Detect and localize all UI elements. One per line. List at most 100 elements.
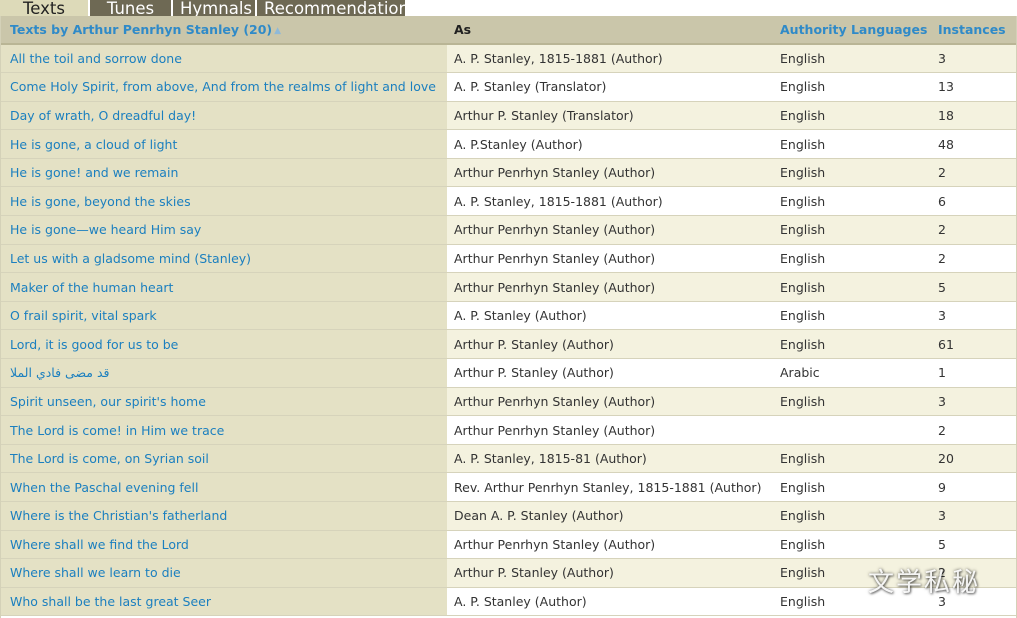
text-title-link[interactable]: Day of wrath, O dreadful day!	[10, 108, 196, 123]
tab-tunes[interactable]: Tunes	[90, 0, 171, 16]
table-row: Day of wrath, O dreadful day! Arthur P. S…	[1, 101, 1016, 131]
table-row: Maker of the human heart Arthur Penrhyn S…	[1, 272, 1016, 302]
language-cell: English	[773, 101, 931, 131]
column-header-title[interactable]: Texts by Arthur Penrhyn Stanley (20) ▲	[1, 16, 447, 45]
table-row: Who shall be the last great Seer A. P. St…	[1, 587, 1016, 617]
instances-cell: 48	[931, 129, 1016, 159]
as-cell: Arthur P. Stanley (Author)	[447, 558, 773, 588]
text-title-link[interactable]: He is gone! and we remain	[10, 165, 178, 180]
table-row: Come Holy Spirit, from above, And from t…	[1, 72, 1016, 102]
text-title-link[interactable]: Where is the Christian's fatherland	[10, 508, 227, 523]
text-title-link[interactable]: The Lord is come, on Syrian soil	[10, 451, 209, 466]
tab-recommendations[interactable]: Recommendations	[257, 0, 405, 16]
text-title-cell: He is gone—we heard Him say	[1, 215, 447, 245]
table-header-row: Texts by Arthur Penrhyn Stanley (20) ▲ As…	[1, 16, 1016, 45]
table-row: The Lord is come! in Him we trace Arthur …	[1, 415, 1016, 445]
text-title-cell: He is gone, beyond the skies	[1, 186, 447, 217]
text-title-link[interactable]: O frail spirit, vital spark	[10, 308, 157, 323]
column-header-title-label: Texts by Arthur Penrhyn Stanley (20)	[10, 22, 273, 37]
instances-cell: 18	[931, 101, 1016, 131]
as-cell: A. P. Stanley, 1815-1881 (Author)	[447, 44, 773, 74]
table-row: Spirit unseen, our spirit's home Arthur P…	[1, 387, 1016, 417]
text-title-cell: Where shall we learn to die	[1, 558, 447, 588]
text-title-link[interactable]: Where shall we learn to die	[10, 565, 181, 580]
language-cell	[773, 415, 931, 445]
language-cell: English	[773, 244, 931, 274]
text-title-link[interactable]: All the toil and sorrow done	[10, 51, 182, 66]
instances-cell: 1	[931, 358, 1016, 388]
text-title-cell: Spirit unseen, our spirit's home	[1, 387, 447, 417]
instances-cell: 2	[931, 158, 1016, 188]
text-title-link[interactable]: قد مضى فادي الملا	[10, 365, 110, 380]
tab-texts[interactable]: Texts	[0, 0, 88, 16]
as-cell: Arthur Penrhyn Stanley (Author)	[447, 530, 773, 560]
as-cell: Arthur Penrhyn Stanley (Author)	[447, 415, 773, 445]
text-title-cell: Who shall be the last great Seer	[1, 587, 447, 617]
text-title-link[interactable]: He is gone, beyond the skies	[10, 194, 191, 209]
tab-bar-spacer	[405, 0, 1017, 16]
as-cell: A. P. Stanley (Translator)	[447, 72, 773, 102]
watermark-text: 文学私秘	[868, 568, 981, 598]
table-body: All the toil and sorrow done A. P. Stanle…	[1, 44, 1016, 617]
column-header-instances[interactable]: Instances	[931, 16, 1016, 45]
text-title-cell: Let us with a gladsome mind (Stanley)	[1, 244, 447, 274]
text-title-link[interactable]: He is gone, a cloud of light	[10, 137, 177, 152]
as-cell: Arthur P. Stanley (Author)	[447, 329, 773, 360]
instances-cell: 61	[931, 329, 1016, 360]
table-row: Lord, it is good for us to be Arthur P. S…	[1, 329, 1016, 360]
text-title-link[interactable]: Who shall be the last great Seer	[10, 594, 211, 609]
instances-cell: 5	[931, 272, 1016, 302]
as-cell: Arthur Penrhyn Stanley (Author)	[447, 244, 773, 274]
text-title-link[interactable]: Come Holy Spirit, from above, And from t…	[10, 79, 436, 94]
text-title-cell: The Lord is come! in Him we trace	[1, 415, 447, 445]
text-title-cell: Lord, it is good for us to be	[1, 329, 447, 360]
table-row: Where is the Christian's fatherland Dean …	[1, 501, 1016, 531]
language-cell: English	[773, 72, 931, 102]
text-title-link[interactable]: He is gone—we heard Him say	[10, 222, 201, 237]
table-row: قد مضى فادي الملا Arthur P. Stanley (Auth…	[1, 358, 1016, 388]
table-row: O frail spirit, vital spark A. P. Stanley…	[1, 301, 1016, 331]
language-cell: English	[773, 444, 931, 474]
column-header-languages[interactable]: Authority Languages	[773, 16, 931, 45]
text-title-link[interactable]: Maker of the human heart	[10, 280, 173, 295]
as-cell: Arthur Penrhyn Stanley (Author)	[447, 158, 773, 188]
text-title-link[interactable]: Let us with a gladsome mind (Stanley)	[10, 251, 251, 266]
language-cell: English	[773, 301, 931, 331]
table-row: He is gone, beyond the skies A. P. Stanle…	[1, 186, 1016, 217]
texts-table: Texts by Arthur Penrhyn Stanley (20) ▲ As…	[1, 16, 1016, 617]
table-row: The Lord is come, on Syrian soil A. P. St…	[1, 444, 1016, 474]
instances-cell: 20	[931, 444, 1016, 474]
table-row: Let us with a gladsome mind (Stanley) Art…	[1, 244, 1016, 274]
table-row: When the Paschal evening fell Rev. Arthur…	[1, 472, 1016, 502]
language-cell: English	[773, 158, 931, 188]
instances-cell: 3	[931, 387, 1016, 417]
text-title-link[interactable]: The Lord is come! in Him we trace	[10, 423, 224, 438]
instances-cell: 3	[931, 44, 1016, 74]
as-cell: A. P. Stanley, 1815-81 (Author)	[447, 444, 773, 474]
instances-cell: 6	[931, 186, 1016, 217]
text-title-cell: He is gone, a cloud of light	[1, 129, 447, 159]
tab-hymnals[interactable]: Hymnals	[173, 0, 255, 16]
text-title-cell: Where is the Christian's fatherland	[1, 501, 447, 531]
instances-cell: 2	[931, 215, 1016, 245]
text-title-link[interactable]: Lord, it is good for us to be	[10, 337, 178, 352]
table-row: He is gone! and we remain Arthur Penrhyn …	[1, 158, 1016, 188]
text-title-link[interactable]: When the Paschal evening fell	[10, 480, 198, 495]
as-cell: A. P.Stanley (Author)	[447, 129, 773, 159]
language-cell: English	[773, 186, 931, 217]
language-cell: English	[773, 530, 931, 560]
column-header-as: As	[447, 16, 773, 45]
as-cell: Rev. Arthur Penrhyn Stanley, 1815-1881 (…	[447, 472, 773, 502]
instances-cell: 5	[931, 530, 1016, 560]
text-title-link[interactable]: Spirit unseen, our spirit's home	[10, 394, 206, 409]
text-title-cell: Come Holy Spirit, from above, And from t…	[1, 72, 447, 102]
as-cell: A. P. Stanley (Author)	[447, 587, 773, 617]
language-cell: Arabic	[773, 358, 931, 388]
as-cell: Arthur P. Stanley (Translator)	[447, 101, 773, 131]
text-title-link[interactable]: Where shall we find the Lord	[10, 537, 189, 552]
language-cell: English	[773, 501, 931, 531]
text-title-cell: قد مضى فادي الملا	[1, 358, 447, 388]
instances-cell: 13	[931, 72, 1016, 102]
table-row: All the toil and sorrow done A. P. Stanle…	[1, 44, 1016, 74]
as-cell: Arthur Penrhyn Stanley (Author)	[447, 272, 773, 302]
